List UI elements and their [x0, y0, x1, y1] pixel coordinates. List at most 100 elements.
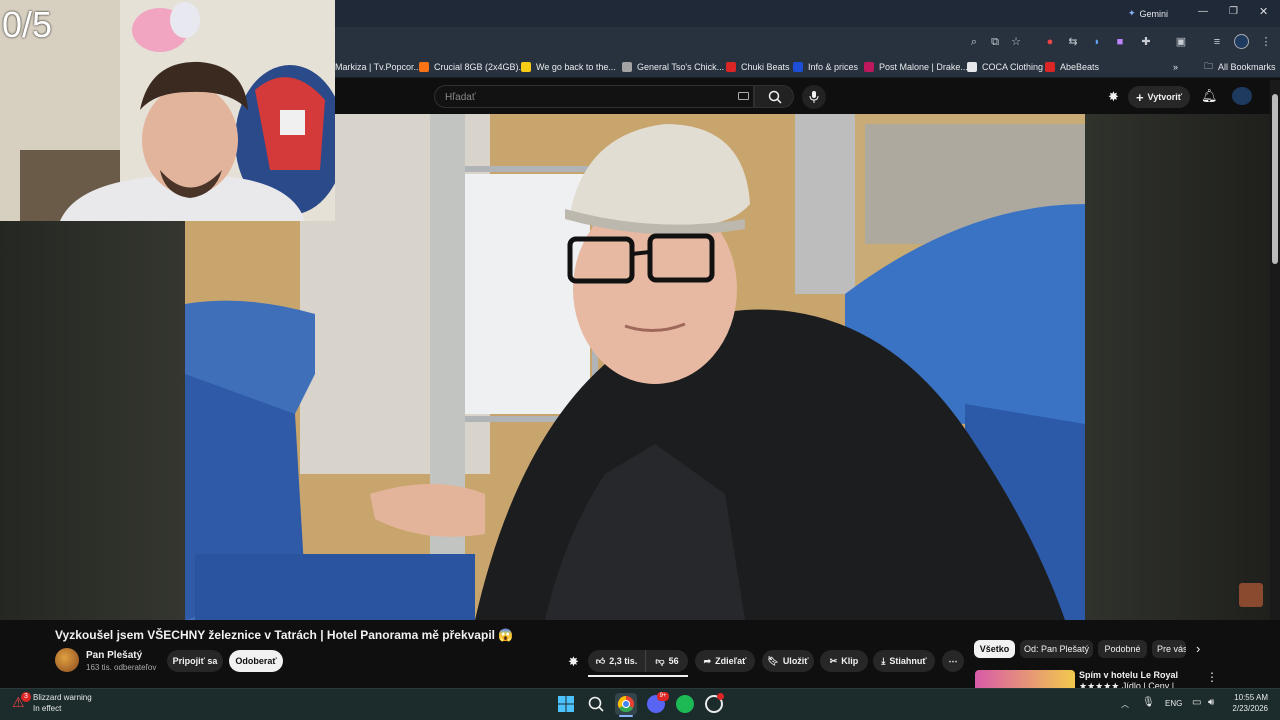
- bookmark-item[interactable]: Post Malone | Drake...: [864, 59, 968, 75]
- share-arrow-icon: ➦: [703, 655, 712, 666]
- scrollbar-thumb[interactable]: [1272, 94, 1278, 264]
- channel-name[interactable]: Pan Plešatý: [86, 650, 142, 661]
- weather-widget[interactable]: ⚠ 3: [12, 692, 31, 710]
- windows-taskbar: [0, 688, 1280, 720]
- zoom-icon[interactable]: ⌕: [967, 35, 981, 49]
- bookmark-icon: 🔖︎: [767, 655, 779, 666]
- side-panel-icon[interactable]: ▣: [1174, 35, 1188, 49]
- voice-search-button[interactable]: [802, 85, 826, 109]
- more-actions-button[interactable]: ⋯: [942, 650, 964, 672]
- chrome-taskbar-button[interactable]: [615, 693, 637, 715]
- like-button[interactable]: 👍︎ 2,3 tis.: [588, 650, 646, 672]
- chip-related[interactable]: Podobné: [1098, 640, 1147, 658]
- extension-purple-icon[interactable]: ■: [1113, 35, 1127, 49]
- clock-date[interactable]: 2/23/2026: [1228, 704, 1268, 713]
- all-bookmarks-button[interactable]: 🗀 All Bookmarks: [1204, 59, 1276, 75]
- restore-button[interactable]: ❐: [1229, 6, 1238, 17]
- weather-badge: 3: [21, 692, 31, 702]
- profile-avatar[interactable]: [1234, 34, 1249, 49]
- bookmark-favicon: [521, 62, 531, 72]
- scissors-icon: ✂: [829, 655, 838, 666]
- tray-microphone-icon[interactable]: 🎙︎: [1142, 697, 1155, 708]
- page-scrollbar[interactable]: [1270, 80, 1280, 688]
- bookmark-favicon: [726, 62, 736, 72]
- tray-overflow-chevron-icon[interactable]: ︿: [1121, 699, 1129, 710]
- download-button[interactable]: ⤓ Stiahnuť: [873, 650, 935, 672]
- extension-gray-icon[interactable]: ⇆: [1066, 35, 1080, 49]
- discord-badge: 9+: [657, 692, 669, 701]
- save-button[interactable]: 🔖︎ Uložiť: [762, 650, 814, 672]
- bookmark-item[interactable]: Markiza | Tv.Popcor...: [335, 59, 421, 75]
- minimize-button[interactable]: —: [1198, 6, 1208, 17]
- reading-list-icon[interactable]: ≡: [1210, 35, 1224, 49]
- floating-avatar[interactable]: [1239, 583, 1263, 607]
- more-dots-icon: ⋯: [948, 655, 958, 666]
- weather-status: In effect: [33, 704, 62, 713]
- browser-menu-icon[interactable]: ⋮: [1259, 35, 1273, 49]
- bookmark-item[interactable]: Info & prices: [793, 59, 858, 75]
- chip-from-channel[interactable]: Od: Pan Plešatý: [1020, 640, 1093, 658]
- bookmark-item[interactable]: COCA Clothing: [967, 59, 1043, 75]
- steam-notification-dot: [717, 693, 724, 700]
- bookmark-favicon: [1045, 62, 1055, 72]
- share-button[interactable]: ➦ Zdieľať: [695, 650, 755, 672]
- bookmark-favicon: [622, 62, 632, 72]
- account-avatar[interactable]: [1232, 87, 1252, 105]
- clock-time[interactable]: 10:55 AM: [1228, 693, 1268, 702]
- channel-avatar[interactable]: [55, 648, 79, 672]
- join-button[interactable]: Pripojiť sa: [167, 650, 223, 672]
- gemini-icon: ✦: [1128, 8, 1136, 18]
- folder-icon: 🗀: [1204, 61, 1214, 71]
- subscribe-button[interactable]: Odoberať: [229, 650, 283, 672]
- chrome-active-indicator: [619, 715, 633, 717]
- bookmark-item[interactable]: AbeBeats: [1045, 59, 1099, 75]
- recommended-more-icon[interactable]: ⋮: [1206, 670, 1218, 684]
- bookmark-favicon: [419, 62, 429, 72]
- keyboard-icon[interactable]: [738, 92, 749, 100]
- search-button[interactable]: [754, 85, 794, 108]
- close-window-button[interactable]: ✕: [1259, 5, 1268, 18]
- bookmark-star-icon[interactable]: ☆: [1009, 35, 1023, 49]
- thumbs-down-icon: 👎︎: [655, 655, 665, 666]
- bookmarks-overflow-icon[interactable]: »: [1173, 59, 1178, 75]
- taskbar-search-icon[interactable]: [587, 695, 605, 713]
- install-app-icon[interactable]: ⧉: [988, 35, 1002, 49]
- chrome-icon: [617, 695, 634, 713]
- windows-start-icon[interactable]: [557, 695, 575, 713]
- network-icon[interactable]: ▭: [1192, 697, 1201, 708]
- video-backdrop-left: [0, 221, 185, 620]
- volume-icon[interactable]: 🔊︎: [1208, 697, 1214, 708]
- chip-all[interactable]: Všetko: [974, 640, 1015, 658]
- video-backdrop-right: [1085, 114, 1270, 620]
- search-input[interactable]: Hľadať: [434, 85, 754, 108]
- plus-icon: +: [1135, 89, 1144, 105]
- language-indicator[interactable]: ENG: [1165, 699, 1182, 708]
- bookmark-item[interactable]: We go back to the...: [521, 59, 616, 75]
- chip-for-you[interactable]: Pre vás: [1152, 640, 1186, 658]
- microphone-icon: [809, 91, 819, 103]
- dislike-button[interactable]: 👎︎ 56: [646, 650, 688, 672]
- extension-red-icon[interactable]: ●: [1043, 35, 1057, 49]
- channel-subscriber-count: 163 tis. odberateľov: [86, 663, 157, 672]
- bookmark-favicon: [793, 62, 803, 72]
- bookmark-item[interactable]: Chuki Beats: [726, 59, 790, 75]
- discord-icon[interactable]: 9+: [647, 692, 669, 713]
- chips-next-chevron-icon[interactable]: ›: [1196, 641, 1200, 656]
- bookmark-item[interactable]: Crucial 8GB (2x4GB)...: [419, 59, 526, 75]
- notifications-bell-icon[interactable]: 🔔︎: [1201, 88, 1218, 104]
- recommended-thumbnail[interactable]: [975, 670, 1075, 688]
- recommended-title[interactable]: Spím v hotelu Le Royal: [1079, 670, 1178, 680]
- thumbs-up-icon: 👍︎: [595, 655, 606, 666]
- cast-sparkle-icon[interactable]: ✸: [1108, 89, 1119, 105]
- download-icon: ⤓: [881, 655, 886, 666]
- bookmark-item[interactable]: General Tso's Chick...: [622, 59, 724, 75]
- extension-blue-icon[interactable]: ◗: [1090, 35, 1104, 49]
- steam-icon[interactable]: [705, 693, 724, 713]
- video-title: Vyzkoušel jsem VŠECHNY železnice v Tatrá…: [55, 628, 514, 642]
- extensions-puzzle-icon[interactable]: ✚: [1139, 35, 1153, 49]
- spotify-icon[interactable]: [676, 695, 694, 713]
- ask-ai-sparkle-icon[interactable]: ✸: [568, 654, 579, 670]
- create-button[interactable]: + Vytvoriť: [1128, 86, 1190, 108]
- gemini-button[interactable]: ✦ Gemini: [1128, 8, 1168, 19]
- clip-button[interactable]: ✂ Klip: [820, 650, 868, 672]
